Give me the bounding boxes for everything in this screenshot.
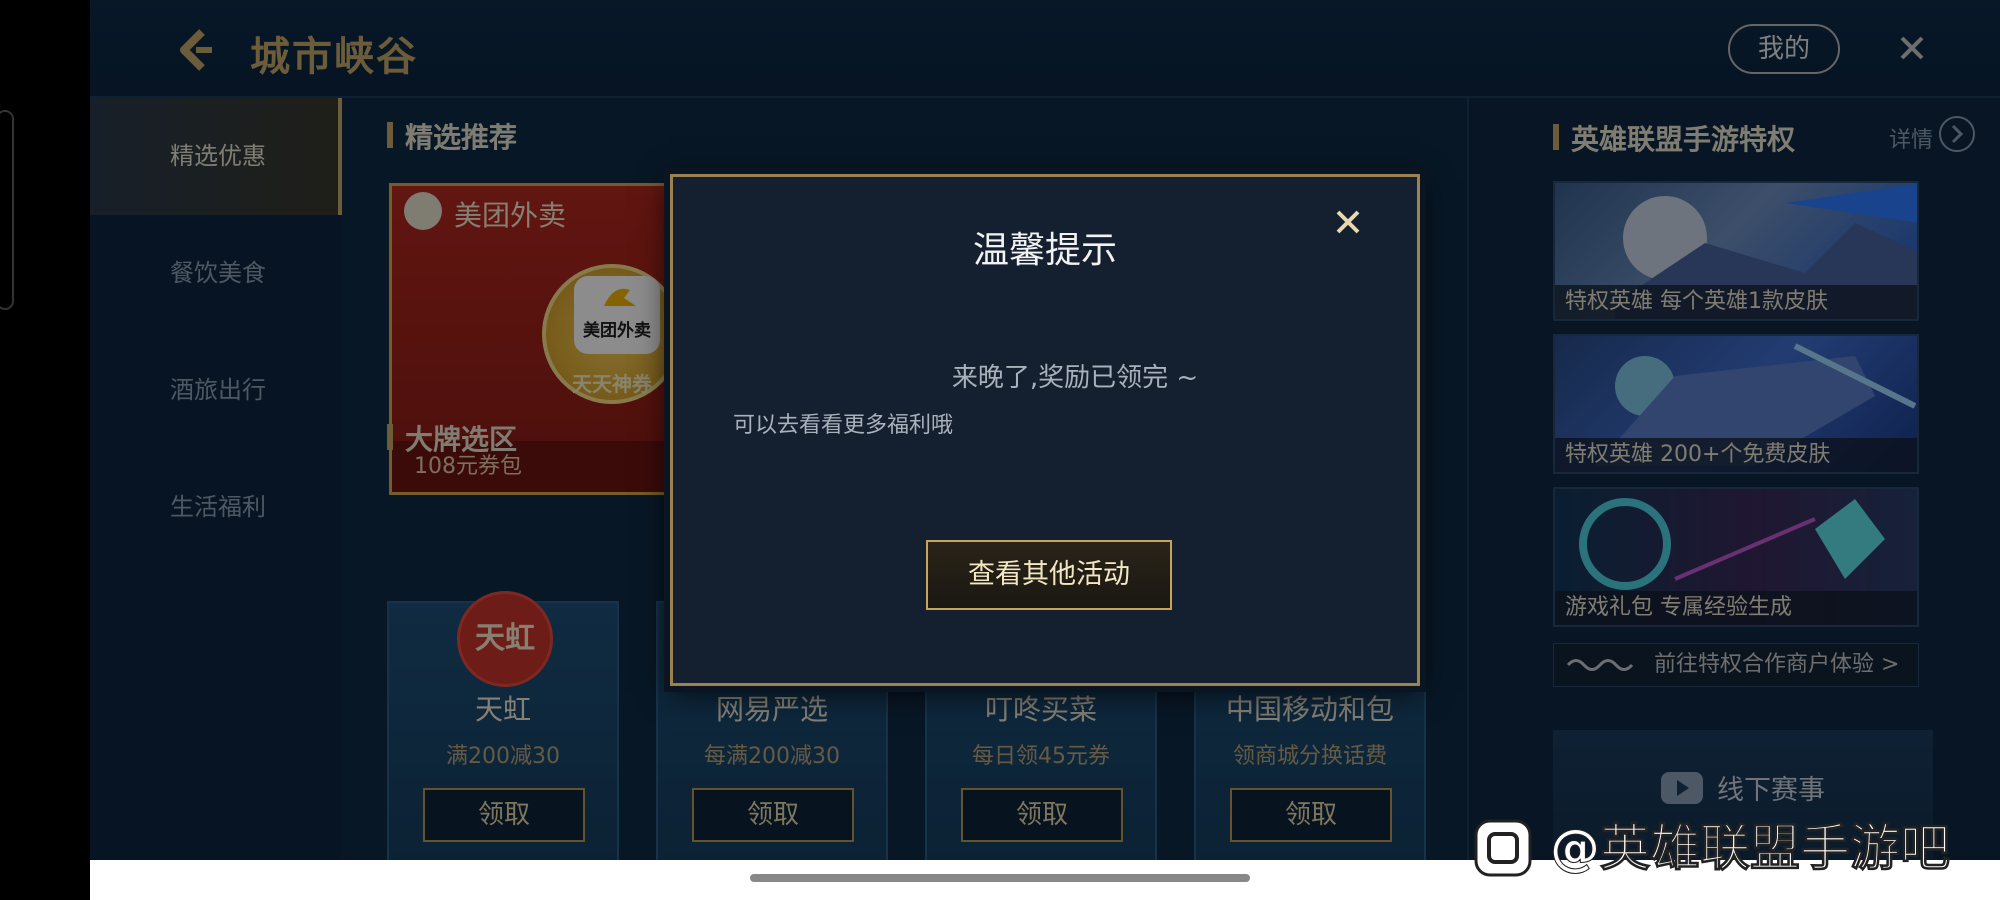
dialog-submessage: 可以去看看更多福利哦 [733, 413, 954, 438]
app-window: 城市峡谷 我的 精选优惠 餐饮美食 酒旅出行 生活福利 精选推荐 美团外卖 美团… [90, 0, 2000, 860]
screen: 城市峡谷 我的 精选优惠 餐饮美食 酒旅出行 生活福利 精选推荐 美团外卖 美团… [0, 0, 2000, 900]
tieba-logo-icon [1474, 819, 1532, 877]
watermark-text: @英雄联盟手游吧 [1550, 819, 1951, 878]
notice-dialog: 温馨提示 来晚了,奖励已领完 ~ 可以去看看更多福利哦 查看其他活动 [670, 174, 1420, 686]
home-indicator[interactable] [750, 874, 1250, 882]
view-other-activities-button[interactable]: 查看其他活动 [926, 540, 1172, 610]
edge-swipe-indicator [0, 110, 14, 310]
dialog-message: 来晚了,奖励已领完 ~ [951, 363, 1199, 393]
close-icon[interactable] [1333, 207, 1363, 237]
dialog-title: 温馨提示 [972, 230, 1117, 271]
